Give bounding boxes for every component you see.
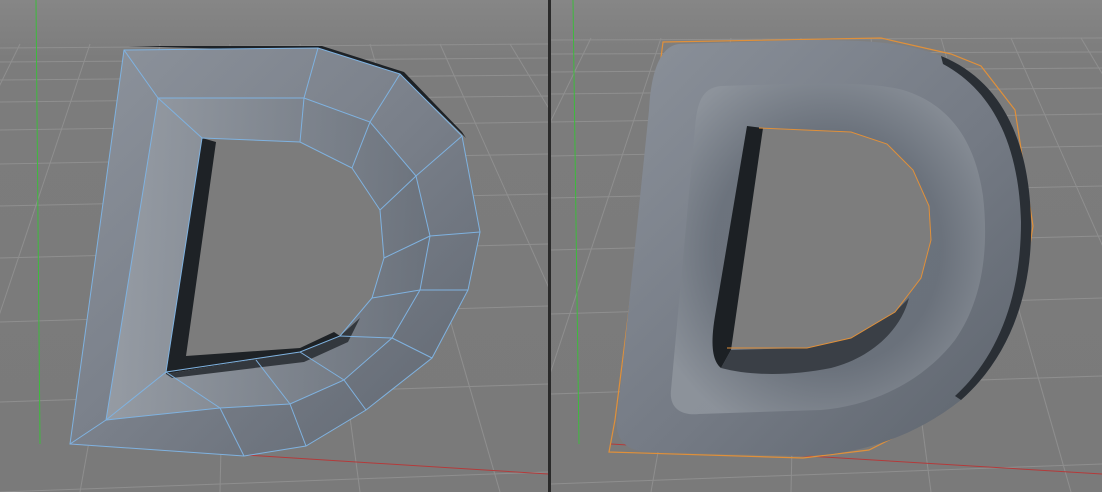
viewport-left-canvas[interactable] [0,0,548,492]
viewport-right[interactable] [551,0,1102,492]
viewport-comparison [0,0,1102,492]
viewport-left[interactable] [0,0,548,492]
viewport-right-canvas[interactable] [551,0,1102,492]
